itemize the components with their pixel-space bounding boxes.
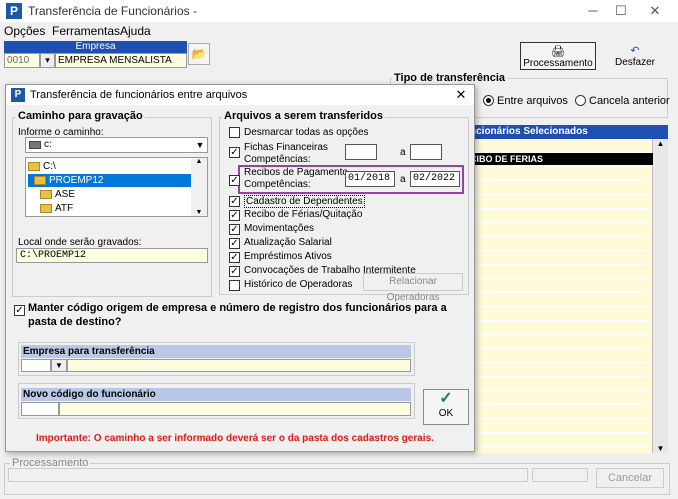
recibos-to-input[interactable]: 02/2022 [410,171,460,187]
menu-ferramentas[interactable]: Ferramentas [52,24,120,38]
folder-open-icon [28,161,40,171]
progress-counter [532,468,588,482]
empresa-transferencia-code-field[interactable] [21,359,51,372]
novo-codigo-header: Novo código do funcionário [21,388,411,401]
caminho-title: Caminho para gravação [16,110,145,122]
desmarcar-label: Desmarcar todas as opções [244,127,369,138]
cadastro-dependentes-checkbox[interactable]: ✓ [229,196,240,207]
historico-operadoras-checkbox[interactable] [229,280,240,291]
manter-codigo-checkbox[interactable]: ✓ [14,305,25,316]
movimentacoes-checkbox[interactable]: ✓ [229,224,240,235]
empresa-code-field[interactable]: 0010 [4,53,40,68]
folder-icon [40,203,52,213]
fichas-to-input[interactable] [410,144,442,160]
dialog-close-button[interactable]: ✕ [452,87,470,103]
desfazer-button[interactable]: ↶ Desfazer [600,42,670,70]
empresa-header: Empresa [4,41,187,53]
empresa-transferencia-header: Empresa para transferência [21,345,411,358]
emprestimos-label: Empréstimos Ativos [244,251,332,262]
folder-open-icon [34,175,46,185]
recibo-ferias-checkbox[interactable]: ✓ [229,210,240,221]
empresa-spin-button[interactable]: ▾ [40,53,55,68]
arrow-down-icon: ▼ [656,444,665,453]
arrow-down-icon: ▼ [55,361,63,370]
movimentacoes-label: Movimentações [244,223,315,234]
chevron-down-icon[interactable]: ▼ [193,138,207,152]
list-item[interactable]: ASE [28,188,191,201]
arrow-up-icon: ▲ [195,158,203,165]
minimize-button[interactable]: ─ [578,2,608,20]
dialog-app-icon: P [11,88,25,102]
empresa-transferencia-spin-button[interactable]: ▼ [51,359,67,372]
list-item[interactable]: PROEMP12 [28,174,191,187]
tipo-transferencia-title: Tipo de transferência [392,72,508,84]
atualizacao-salarial-checkbox[interactable]: ✓ [229,238,240,249]
recibos-a-label: a [400,174,406,185]
radio-cancela-anterior[interactable] [575,95,586,106]
folder-icon [40,189,52,199]
recibos-competencias-label: Competências: [244,179,311,190]
undo-icon: ↶ [630,45,640,57]
atualizacao-salarial-label: Atualização Salarial [244,237,332,248]
arrow-up-icon: ▲ [656,139,665,148]
local-path-field[interactable]: C:\PROEMP12 [16,248,208,263]
folder-list[interactable]: C:\ PROEMP12 ASE ATF [25,157,208,217]
arquivos-title: Arquivos a serem transferidos [222,110,385,122]
dialog-title: Transferência de funcionários entre arqu… [30,89,248,101]
radio-cancela-anterior-label: Cancela anterior [589,95,670,107]
local-gravados-label: Local onde serão gravados: [18,237,142,248]
menu-ajuda[interactable]: Ajuda [120,24,151,38]
arrow-down-icon: ▾ [45,55,50,65]
processamento-button[interactable]: 🖨 Processamento [520,42,596,70]
selecionados-list[interactable] [470,139,653,453]
relacionar-operadoras-button[interactable]: Relacionar Operadoras [363,273,463,303]
cancelar-button[interactable]: Cancelar [596,468,664,488]
arrow-down-icon: ▼ [195,209,203,216]
close-button[interactable]: ✕ [640,2,670,20]
selecionados-scrollbar[interactable]: ▲ ▼ [653,139,668,453]
ok-button[interactable]: ✓ OK [423,389,469,425]
empresa-name-field[interactable]: EMPRESA MENSALISTA [55,53,187,68]
fichas-a-label: a [400,147,406,158]
open-folder-button[interactable]: 📂 [188,43,210,65]
window-title: Transferência de Funcionários - [28,4,197,18]
radio-entre-arquivos[interactable] [483,95,494,106]
fichas-label: Fichas Financeiras [244,142,328,153]
maximize-button[interactable]: ☐ [606,2,636,20]
drive-select[interactable]: c: [25,137,208,153]
fichas-from-input[interactable] [345,144,377,160]
manter-codigo-label: Manter código origem de empresa e número… [28,302,447,328]
convocacoes-checkbox[interactable]: ✓ [229,266,240,277]
radio-entre-arquivos-label: Entre arquivos [497,95,568,107]
cadastro-dependentes-label: Cadastro de Dependentes [244,195,365,208]
transfer-dialog: P Transferência de funcionários entre ar… [5,84,475,452]
list-item[interactable]: CIBO DE FERIAS [470,153,653,165]
desmarcar-checkbox[interactable] [229,127,240,138]
fichas-competencias-label: Competências: [244,154,311,165]
novo-codigo-extra-field[interactable] [59,402,411,416]
app-icon: P [6,3,22,19]
recibos-from-input[interactable]: 01/2018 [345,171,395,187]
folder-scrollbar[interactable]: ▲ ▼ [191,158,207,216]
historico-operadoras-label: Histórico de Operadoras [244,279,353,290]
checkmark-icon: ✓ [439,390,453,407]
fichas-checkbox[interactable]: ✓ [229,147,240,158]
importante-note: Importante: O caminho a ser informado de… [36,433,434,444]
drive-icon [29,141,41,149]
progress-bar [8,468,528,482]
folder-open-icon: 📂 [191,47,207,61]
recibo-ferias-label: Recibo de Férias/Quitação [244,209,363,220]
selecionados-header: ncionários Selecionados [470,125,668,139]
empresa-transferencia-name-field[interactable] [67,359,411,372]
novo-codigo-field[interactable] [21,402,59,416]
emprestimos-checkbox[interactable]: ✓ [229,252,240,263]
recibos-label: Recibos de Pagamento [244,167,348,178]
list-item[interactable]: C:\ [28,160,191,173]
menu-opcoes[interactable]: Opções [4,24,45,38]
recibos-checkbox[interactable]: ✓ [229,175,240,186]
list-item[interactable]: ATF [28,202,191,215]
process-icon: 🖨 [551,46,565,58]
